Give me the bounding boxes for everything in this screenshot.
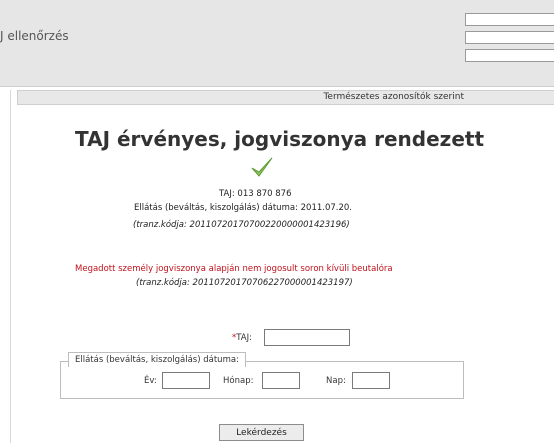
submit-query-button[interactable]: Lekérdezés [219,424,304,441]
month-input[interactable] [262,372,300,389]
taj-input[interactable] [264,329,350,346]
page-title: J ellenőrzés [0,29,69,43]
taj-number: TAJ: 013 870 876 [219,189,292,199]
service-date: Ellátás (beváltás, kiszolgálás) dátuma: … [134,203,352,213]
header-input-2[interactable] [465,31,554,44]
result-title: TAJ érvényes, jogviszonya rendezett [75,127,485,151]
year-label: Év: [144,376,157,386]
day-label: Nap: [326,376,346,386]
tab-bar: Természetes azonosítók szerint [17,90,554,105]
checkmark-icon [251,157,273,177]
transaction-code-2: (tranz.kódja: 20110720170706227000001423… [136,278,353,288]
month-label: Hónap: [223,376,254,386]
year-input[interactable] [162,372,210,389]
date-legend: Ellátás (beváltás, kiszolgálás) dátuma: [68,352,246,367]
transaction-code-1: (tranz.kódja: 20110720170700220000001423… [133,220,350,230]
left-divider [10,90,11,443]
taj-label: *TAJ: [232,333,252,343]
header-input-3[interactable] [465,49,554,62]
tab-termeszetes-azonositok[interactable]: Természetes azonosítók szerint [323,92,464,102]
app-header: J ellenőrzés [0,0,554,87]
day-input[interactable] [352,372,390,389]
taj-label-text: TAJ: [236,333,252,343]
header-input-1[interactable] [465,13,554,26]
warning-message: Megadott személy jogviszonya alapján nem… [75,264,393,274]
